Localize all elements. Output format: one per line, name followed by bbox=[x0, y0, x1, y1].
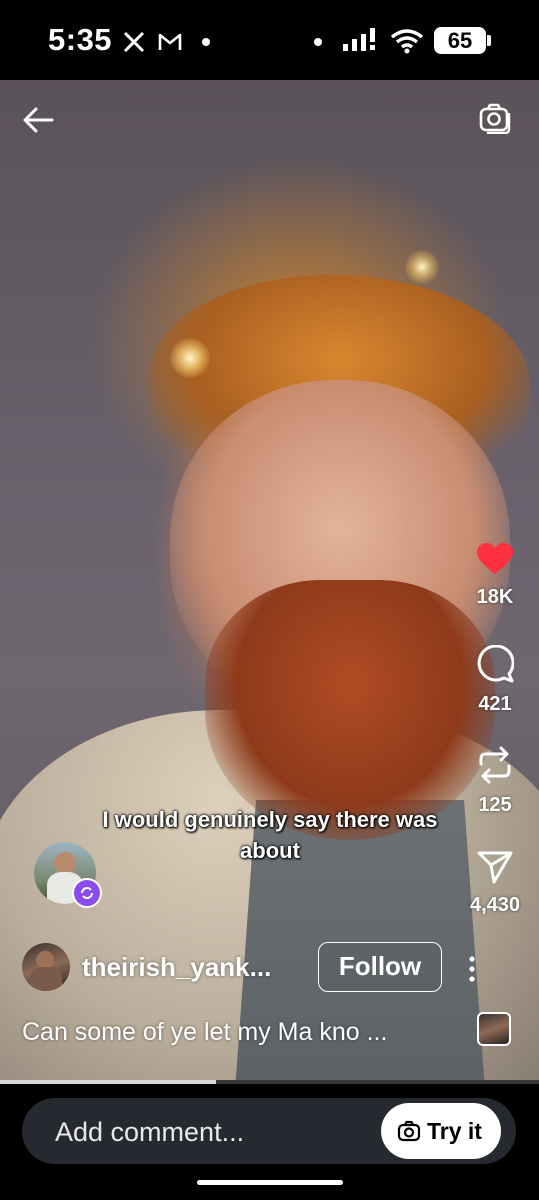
share-count: 4,430 bbox=[469, 894, 521, 916]
share-button[interactable]: 4,430 bbox=[455, 850, 535, 917]
creator-avatar[interactable] bbox=[22, 943, 70, 991]
comment-button[interactable]: 421 bbox=[455, 644, 535, 716]
home-indicator[interactable] bbox=[197, 1180, 343, 1185]
battery-level: 65 bbox=[447, 28, 473, 53]
wifi-icon bbox=[390, 29, 424, 54]
notification-dot-icon bbox=[202, 38, 210, 46]
video-light-glow bbox=[405, 250, 439, 284]
creator-row: theirish_yank... Follow bbox=[22, 942, 522, 992]
repost-button[interactable]: 125 bbox=[455, 746, 535, 817]
like-button[interactable]: 18K bbox=[455, 542, 535, 609]
avatar-figure bbox=[54, 852, 76, 874]
notification-dot-icon bbox=[314, 38, 322, 46]
like-count: 18K bbox=[476, 586, 514, 608]
camera-icon bbox=[397, 1120, 421, 1142]
video-caption: I would genuinely say there was about bbox=[102, 807, 438, 863]
bottom-bar: Add comment... Try it bbox=[0, 1084, 539, 1200]
try-it-button[interactable]: Try it bbox=[381, 1103, 501, 1159]
camera-icon[interactable] bbox=[478, 102, 512, 134]
creator-username[interactable]: theirish_yank... bbox=[82, 952, 271, 983]
video-light-glow bbox=[170, 338, 210, 378]
status-bar: 5:35 65 bbox=[0, 0, 539, 80]
comment-placeholder: Add comment... bbox=[55, 1117, 245, 1147]
x-app-icon bbox=[123, 31, 145, 53]
remix-badge-icon bbox=[72, 878, 102, 908]
gmail-icon bbox=[158, 33, 182, 50]
repost-icon bbox=[479, 746, 511, 784]
comment-input[interactable]: Add comment... Try it bbox=[22, 1098, 516, 1164]
video-figure-beard bbox=[205, 580, 495, 840]
comment-count: 421 bbox=[478, 693, 512, 715]
signal-icon bbox=[343, 28, 375, 51]
battery-icon: 65 bbox=[434, 27, 491, 54]
follow-button[interactable]: Follow bbox=[318, 942, 442, 992]
back-arrow-icon[interactable] bbox=[22, 106, 54, 134]
heart-icon bbox=[477, 543, 513, 574]
avatar-figure bbox=[30, 967, 62, 991]
audio-thumbnail[interactable] bbox=[477, 1012, 511, 1046]
status-time: 5:35 bbox=[48, 22, 113, 57]
repost-count: 125 bbox=[478, 794, 512, 816]
try-it-label: Try it bbox=[427, 1118, 482, 1144]
more-options-icon[interactable] bbox=[468, 956, 476, 982]
video-description[interactable]: Can some of ye let my Ma kno ... bbox=[22, 1018, 387, 1047]
comment-icon bbox=[477, 644, 515, 683]
send-icon bbox=[477, 851, 513, 884]
